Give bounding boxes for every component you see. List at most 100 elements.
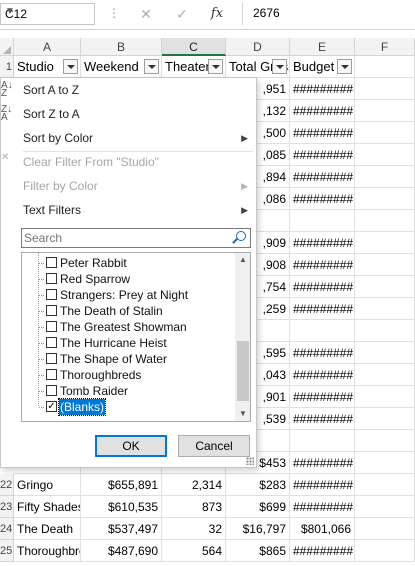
row-header[interactable]: 24 (0, 518, 14, 540)
grid-cell[interactable] (355, 474, 415, 496)
filter-list-item[interactable]: Tomb Raider (22, 383, 235, 399)
row-header[interactable]: 25 (0, 540, 14, 562)
grid-cell[interactable] (355, 518, 415, 540)
checkbox[interactable] (46, 337, 57, 348)
filter-search-input[interactable] (24, 230, 224, 246)
cell-total-gross[interactable]: $699 (226, 496, 290, 518)
grid-cell[interactable] (355, 496, 415, 518)
filter-dropdown-button-theaters[interactable] (208, 59, 223, 74)
cell-weekend[interactable]: $537,497 (81, 518, 162, 540)
cell-budget[interactable]: ######### (290, 386, 355, 408)
enter-formula-icon[interactable]: ✓ (172, 4, 192, 24)
filter-list-item[interactable]: Thoroughbreds (22, 367, 235, 383)
filter-list-item[interactable]: Strangers: Prey at Night (22, 287, 235, 303)
header-cell-total-gross[interactable]: Total Gross (226, 56, 290, 78)
grid-cell[interactable] (355, 430, 415, 452)
checkbox[interactable] (46, 353, 57, 364)
scrollbar-thumb[interactable] (237, 341, 249, 401)
cell-studio[interactable]: Gringo (14, 474, 81, 496)
ok-button[interactable]: OK (95, 435, 167, 457)
checkbox[interactable] (46, 305, 57, 316)
row-header[interactable]: 1 (0, 56, 14, 78)
filter-list-item[interactable]: ✓ (Blanks) (22, 398, 235, 416)
cell-budget[interactable]: ######### (290, 474, 355, 496)
cell-budget[interactable]: ######### (290, 232, 355, 254)
column-header-f[interactable]: F (355, 38, 415, 56)
list-scrollbar[interactable]: ▲ ▼ (235, 253, 250, 421)
filter-list-item[interactable]: The Greatest Showman (22, 319, 235, 335)
grid-cell[interactable] (355, 408, 415, 430)
filter-list-item[interactable]: The Hurricane Heist (22, 335, 235, 351)
filter-list-item[interactable]: The Shape of Water (22, 351, 235, 367)
cell-total-gross[interactable]: $16,797 (226, 518, 290, 540)
header-cell-budget[interactable]: Budget (290, 56, 355, 78)
filter-search-box[interactable] (21, 228, 251, 248)
filter-dropdown-button-studio[interactable] (63, 59, 78, 74)
checkbox[interactable] (46, 321, 57, 332)
cell-budget[interactable]: ######### (290, 122, 355, 144)
grid-cell[interactable] (355, 144, 415, 166)
cell-studio[interactable]: Fifty Shades (14, 496, 81, 518)
cell-budget[interactable]: ######### (290, 298, 355, 320)
row-header[interactable]: 22 (0, 474, 14, 496)
header-cell-studio[interactable]: Studio (14, 56, 81, 78)
grid-cell[interactable] (355, 364, 415, 386)
cell-total-gross[interactable]: $865 (226, 540, 290, 562)
cell-budget[interactable]: ######### (290, 254, 355, 276)
header-cell-weekend[interactable]: Weekend (81, 56, 162, 78)
cell-budget[interactable]: ######### (290, 342, 355, 364)
filter-dropdown-button-weekend[interactable] (144, 59, 159, 74)
cell-theaters[interactable]: 32 (162, 518, 226, 540)
sort-z-to-a-menu-item[interactable]: Z↓ A Sort Z to A (1, 102, 256, 126)
insert-function-icon[interactable]: fx (207, 4, 227, 24)
column-header-c[interactable]: C (162, 38, 226, 56)
grid-cell[interactable] (355, 540, 415, 562)
filter-list-item[interactable]: The Death of Stalin (22, 303, 235, 319)
resize-grip-icon[interactable] (246, 457, 254, 465)
cell-budget[interactable]: ######### (290, 408, 355, 430)
column-header-e[interactable]: E (290, 38, 355, 56)
cell-weekend[interactable]: $487,690 (81, 540, 162, 562)
grid-cell[interactable] (355, 298, 415, 320)
scroll-up-icon[interactable]: ▲ (235, 253, 250, 267)
cell-budget[interactable] (290, 210, 355, 232)
checkbox[interactable] (46, 273, 57, 284)
grid-cell[interactable] (355, 452, 415, 474)
cell-budget[interactable]: ######### (290, 452, 355, 474)
cell-budget[interactable]: ######### (290, 166, 355, 188)
grid-cell[interactable] (355, 210, 415, 232)
checkbox[interactable] (46, 385, 57, 396)
cell-budget[interactable] (290, 430, 355, 452)
grid-cell[interactable] (355, 188, 415, 210)
grid-cell[interactable] (355, 122, 415, 144)
name-box-dropdown-icon[interactable]: ▼ (5, 6, 90, 17)
row-header[interactable]: 23 (0, 496, 14, 518)
cell-theaters[interactable]: 564 (162, 540, 226, 562)
grid-cell[interactable] (355, 320, 415, 342)
cell-weekend[interactable]: $655,891 (81, 474, 162, 496)
cell-theaters[interactable]: 873 (162, 496, 226, 518)
grid-cell[interactable] (355, 78, 415, 100)
cell-budget[interactable]: $801,066 (290, 518, 355, 540)
filter-list-item[interactable]: Peter Rabbit (22, 255, 235, 271)
cell-weekend[interactable]: $610,535 (81, 496, 162, 518)
cell-budget[interactable]: ######### (290, 144, 355, 166)
filter-list-item[interactable]: Red Sparrow (22, 271, 235, 287)
cell-budget[interactable]: ######### (290, 496, 355, 518)
cell-budget[interactable]: ######### (290, 100, 355, 122)
cell-budget[interactable]: ######### (290, 276, 355, 298)
cell-studio[interactable]: Thoroughbreds (14, 540, 81, 562)
checkbox[interactable] (46, 369, 57, 380)
search-icon[interactable] (232, 231, 246, 245)
scroll-down-icon[interactable]: ▼ (235, 407, 250, 421)
grid-cell[interactable] (355, 342, 415, 364)
grid-cell[interactable] (355, 56, 415, 78)
cancel-button[interactable]: Cancel (178, 435, 250, 457)
sort-a-to-z-menu-item[interactable]: A↓ Z Sort A to Z (1, 78, 256, 102)
filter-dropdown-button-budget[interactable] (337, 59, 352, 74)
header-cell-theaters[interactable]: Theaters (162, 56, 226, 78)
checkbox[interactable] (46, 289, 57, 300)
cell-theaters[interactable]: 2,314 (162, 474, 226, 496)
grid-cell[interactable] (355, 386, 415, 408)
grid-cell[interactable] (355, 100, 415, 122)
